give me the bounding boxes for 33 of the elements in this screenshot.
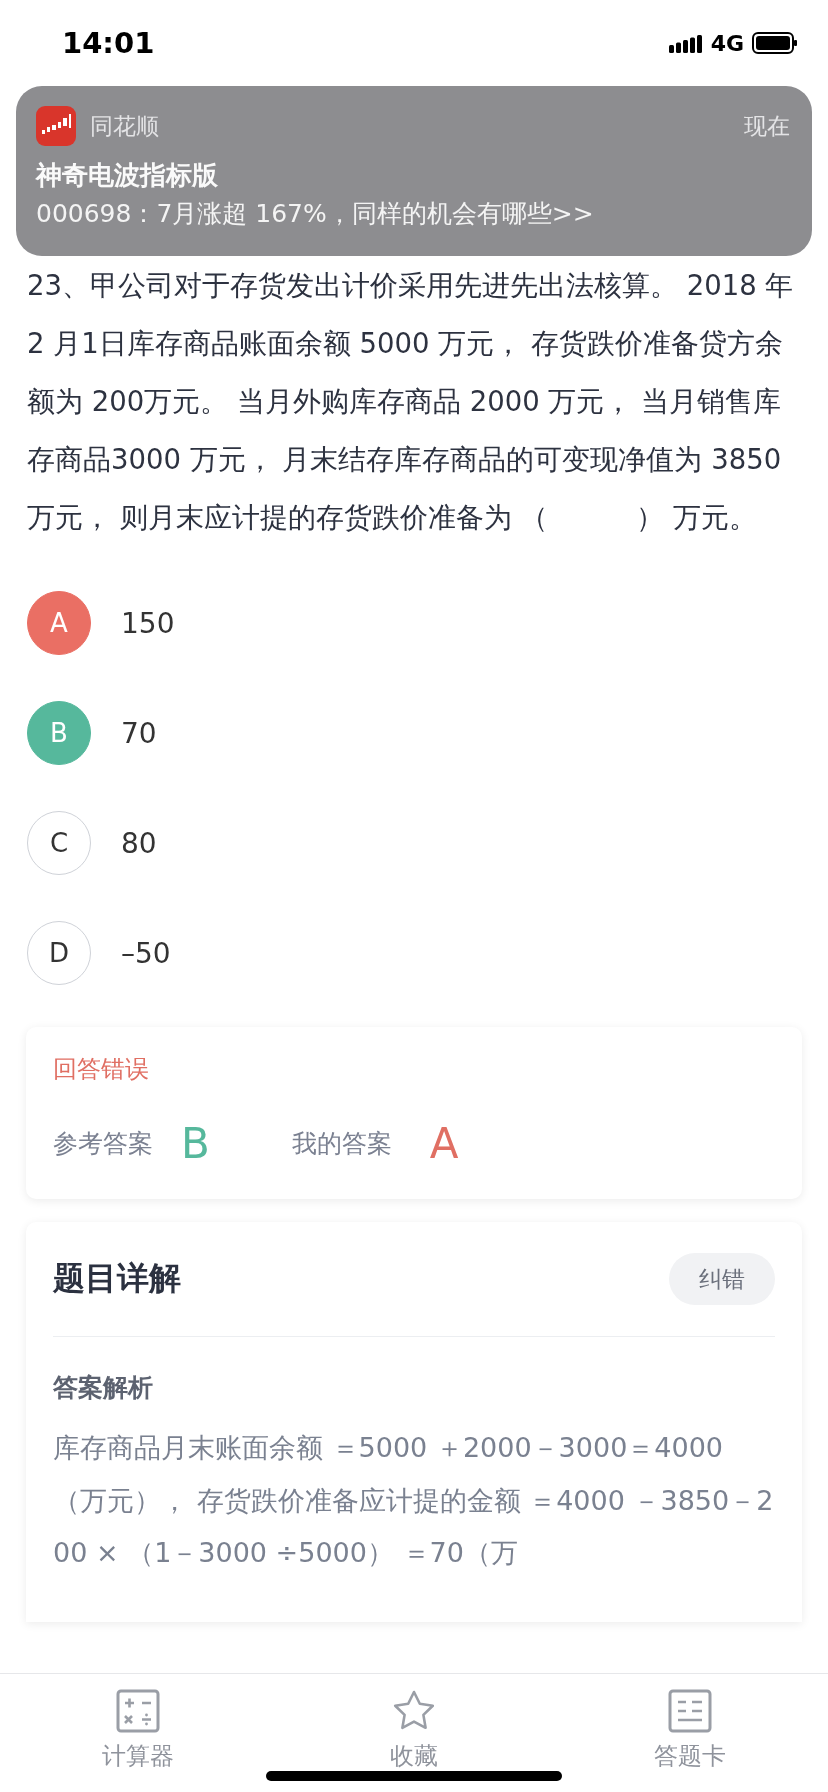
tab-item[interactable]: 收藏 <box>276 1674 552 1792</box>
battery-icon <box>752 32 798 54</box>
notification-body: 000698：7月涨超 167%，同样的机会有哪些>> <box>36 198 595 230</box>
calculator-icon <box>115 1688 161 1734</box>
report-error-button[interactable]: 纠错 <box>669 1253 775 1305</box>
signal-icon <box>668 33 703 53</box>
option-text[interactable]: 70 <box>121 716 157 750</box>
my-answer-label: 我的答案 <box>291 1128 392 1160</box>
clock-time: 14:01 <box>62 26 156 60</box>
option-text[interactable]: 80 <box>121 826 157 860</box>
explanation-text: 库存商品月末账面余额 ＝5000 ＋2000－3000＝4000 （万元）， 存货跌价准备应计提的金额 ＝4000 －3850－200 × （1－3000 ÷5000） ＝70（万 <box>53 1431 775 1570</box>
notification-card[interactable]: 同花顺 现在 神奇电波指标版 000698：7月涨超 167%，同样的机会有哪些>> <box>16 86 812 256</box>
question-text: 23、甲公司对于存货发出计价采用先进先出法核算。 2018 年 2 月1日库存商品账面余额 5000 万元， 存货跌价准备贷方余额为 200万元。 当月外购库存商品 2000 万元， 当月销售库存商品3000 万元， 月末结存库存商品的可变现净值为 3850万元， 则月末应计提的存货跌价准备为 （ ） 万元。 <box>27 268 795 535</box>
list-icon <box>667 1688 713 1734</box>
my-answer: A <box>429 1119 459 1168</box>
tab-item[interactable]: 答题卡 <box>552 1674 828 1792</box>
notification-time: 现在 <box>744 111 790 141</box>
option-circle[interactable]: D <box>27 921 91 985</box>
option-text[interactable]: 150 <box>121 606 175 640</box>
option-circle[interactable]: B <box>27 701 91 765</box>
reference-answer-label: 参考答案 <box>53 1128 153 1160</box>
app-logo-icon <box>36 106 76 146</box>
notification-title: 神奇电波指标版 <box>36 159 219 192</box>
network-label: 4G <box>710 30 744 56</box>
reference-answer: B <box>181 1119 210 1168</box>
app-name: 同花顺 <box>90 111 160 141</box>
card-title: 题目详解 <box>53 1258 181 1299</box>
option-circle[interactable]: A <box>27 591 91 655</box>
tab-item[interactable]: 计算器 <box>0 1674 276 1792</box>
result-status: 回答错误 <box>53 1054 150 1085</box>
section-heading: 答案解析 <box>53 1372 154 1404</box>
option-text[interactable]: –50 <box>121 936 171 970</box>
option-circle[interactable]: C <box>27 811 91 875</box>
